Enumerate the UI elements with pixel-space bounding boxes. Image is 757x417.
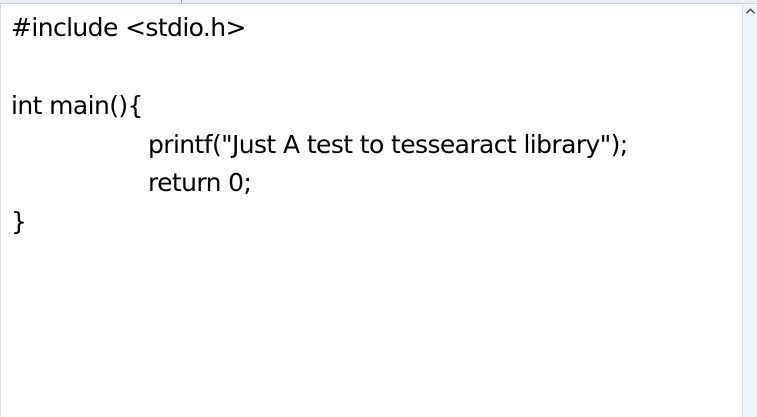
vertical-scrollbar[interactable] xyxy=(742,4,757,417)
ruler-tick xyxy=(181,0,182,3)
code-line-closing-brace: } xyxy=(11,207,27,236)
chevron-up-icon xyxy=(745,8,755,14)
code-line-main-signature: int main(){ xyxy=(11,91,143,120)
scroll-up-button[interactable] xyxy=(743,4,757,18)
code-line-include: #include <stdio.h> xyxy=(11,13,246,42)
code-line-return: return 0; xyxy=(148,168,252,197)
text-editor-window: #include <stdio.h> int main(){ printf("J… xyxy=(0,0,757,417)
code-line-printf: printf("Just A test to tessearact librar… xyxy=(148,130,628,159)
code-text-area[interactable]: #include <stdio.h> int main(){ printf("J… xyxy=(1,4,742,417)
